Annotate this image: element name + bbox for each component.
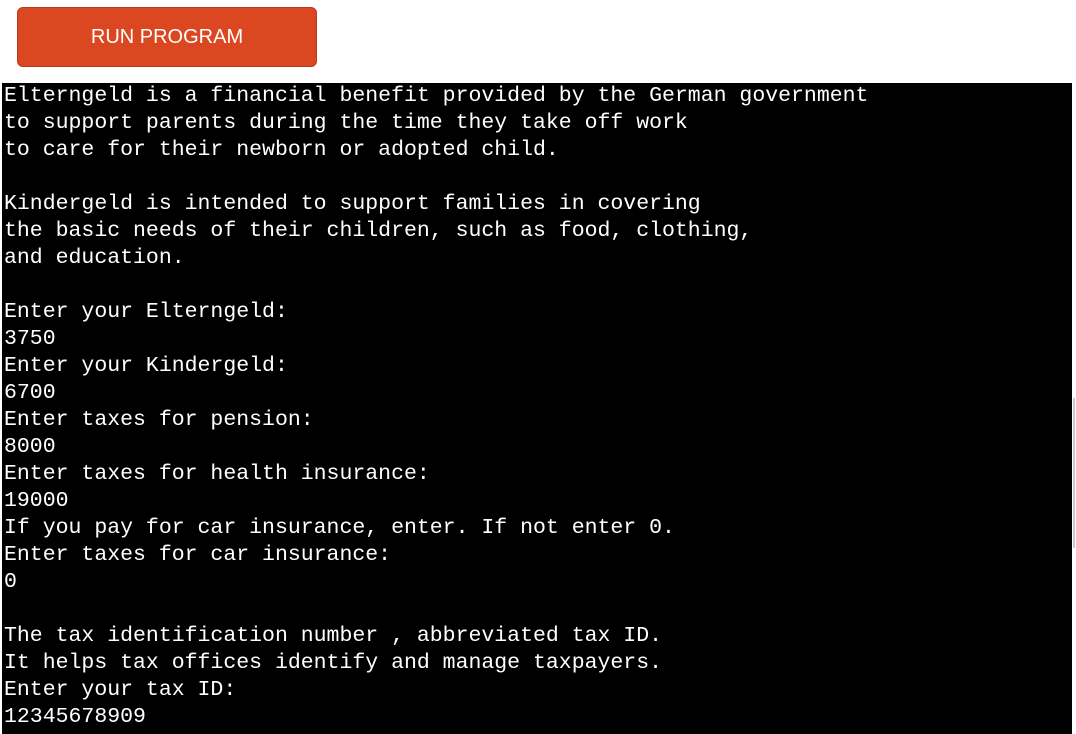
terminal-line: and education. [4, 246, 185, 270]
terminal-line: 19000 [4, 489, 69, 513]
terminal-line: Enter your Elterngeld: [4, 300, 288, 324]
terminal-line: It helps tax offices identify and manage… [4, 651, 663, 675]
run-program-button[interactable]: RUN PROGRAM [17, 7, 317, 67]
terminal-line: to care for their newborn or adopted chi… [4, 138, 559, 162]
terminal-line: Enter taxes for pension: [4, 408, 314, 432]
terminal-output[interactable]: Elterngeld is a financial benefit provid… [2, 83, 1072, 734]
terminal-line: Enter your Kindergeld: [4, 354, 288, 378]
terminal-line: Enter taxes for health insurance: [4, 462, 430, 486]
terminal-line: the basic needs of their children, such … [4, 219, 753, 243]
terminal-line: Elterngeld is a financial benefit provid… [4, 84, 869, 108]
terminal-line: to support parents during the time they … [4, 111, 688, 135]
terminal-line: If you pay for car insurance, enter. If … [4, 516, 675, 540]
terminal-line: Enter your tax ID: [4, 678, 237, 702]
terminal-line: 6700 [4, 381, 56, 405]
terminal-line: 3750 [4, 327, 56, 351]
terminal-line: 8000 [4, 435, 56, 459]
terminal-line: Enter taxes for car insurance: [4, 543, 392, 567]
terminal-line: The tax identification number , abbrevia… [4, 624, 663, 648]
terminal-line: 0 [4, 570, 17, 594]
terminal-scrollbar-thumb[interactable] [1073, 398, 1075, 548]
terminal-line: 12345678909 [4, 705, 146, 729]
terminal-text: Elterngeld is a financial benefit provid… [2, 83, 1072, 731]
terminal-line: Kindergeld is intended to support famili… [4, 192, 701, 216]
